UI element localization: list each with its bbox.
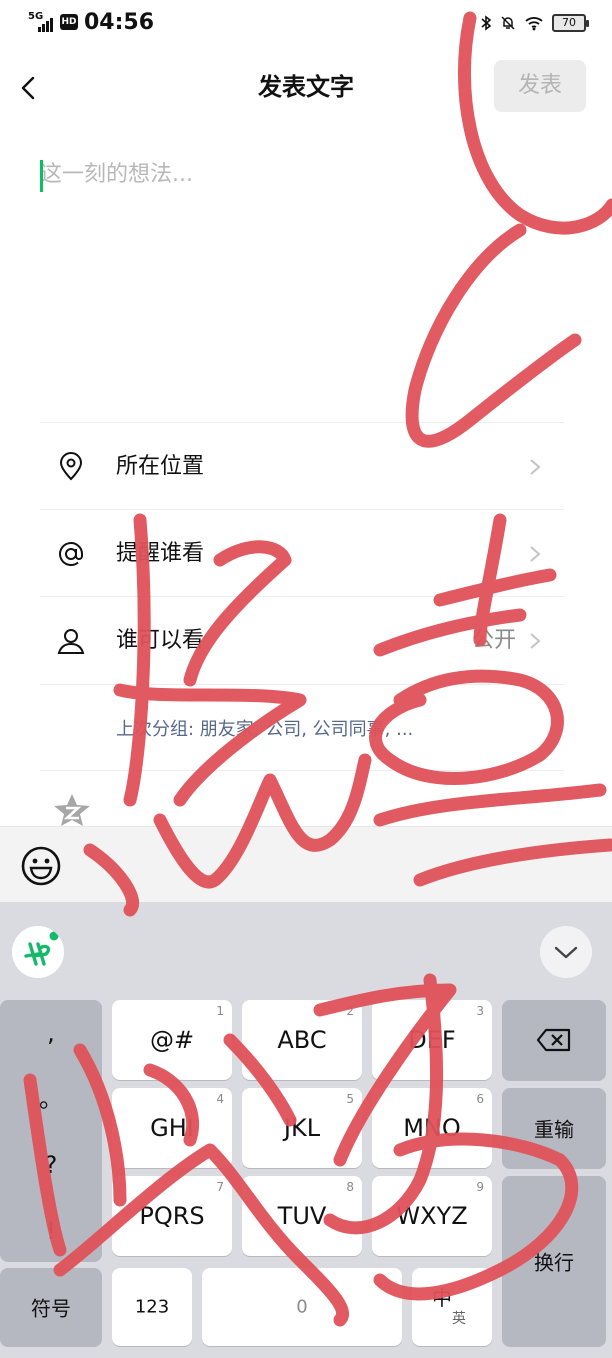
hd-badge: HD: [60, 14, 78, 30]
chevron-right-icon: [530, 459, 541, 475]
newline-key[interactable]: 换行: [502, 1176, 606, 1346]
symbols-key[interactable]: 符号: [0, 1268, 102, 1346]
numbers-key[interactable]: 123: [112, 1268, 192, 1346]
divider: [40, 770, 564, 771]
backspace-icon: [536, 1028, 571, 1052]
qzone-icon[interactable]: [50, 792, 94, 828]
key-7[interactable]: 7 PQRS: [112, 1176, 232, 1256]
divider: [40, 684, 564, 685]
at-sign-icon: [59, 542, 83, 566]
language-switch-key[interactable]: 中 英: [412, 1268, 492, 1346]
location-label: 所在位置: [116, 454, 205, 479]
key-9[interactable]: 9 WXYZ: [372, 1176, 492, 1256]
backspace-key[interactable]: [502, 1000, 606, 1080]
keyboard-toolbar: [0, 902, 612, 998]
key-2[interactable]: 2 ABC: [242, 1000, 362, 1080]
mute-bell-icon: [501, 16, 515, 30]
emoji-bar: [0, 826, 612, 902]
recent-groups-hint[interactable]: 上次分组: 朋友家, 公司, 公司同事, ...: [116, 716, 413, 744]
reenter-key[interactable]: 重输: [502, 1088, 606, 1168]
divider: [40, 422, 564, 423]
divider: [40, 509, 564, 510]
punct-key[interactable]: ?: [0, 1132, 102, 1198]
key-1[interactable]: 1 @#: [112, 1000, 232, 1080]
punctuation-column: , 。 ? !: [0, 1000, 102, 1262]
mention-label: 提醒谁看: [116, 541, 205, 566]
location-row[interactable]: 所在位置: [40, 424, 564, 510]
emoji-icon[interactable]: [20, 845, 62, 887]
wifi-icon: [525, 17, 543, 31]
text-caret: [40, 160, 43, 192]
person-icon: [57, 629, 85, 654]
chevron-right-icon: [530, 546, 541, 562]
key-8[interactable]: 8 TUV: [242, 1176, 362, 1256]
battery-indicator: 70: [552, 14, 589, 32]
key-6[interactable]: 6 MNO: [372, 1088, 492, 1168]
chevron-right-icon: [530, 633, 541, 649]
collapse-keyboard-icon[interactable]: [540, 926, 592, 978]
bluetooth-icon: [481, 15, 492, 31]
mention-row[interactable]: 提醒谁看: [40, 511, 564, 597]
signal-icon: [38, 18, 56, 32]
location-pin-icon: [59, 452, 83, 481]
keyboard: , 。 ? ! 1 @# 2 ABC 3 DEF 4 GHI 5 JKL 6 MNO 重输 …: [0, 902, 612, 1358]
nav-bar: 发表文字 发表: [0, 58, 612, 118]
key-3[interactable]: 3 DEF: [372, 1000, 492, 1080]
punct-key[interactable]: !: [0, 1198, 102, 1264]
visibility-row[interactable]: 谁可以看 公开: [40, 598, 564, 684]
ime-logo-icon[interactable]: [12, 926, 64, 978]
visibility-label: 谁可以看: [116, 628, 205, 653]
punct-key[interactable]: ,: [0, 1000, 102, 1066]
key-4[interactable]: 4 GHI: [112, 1088, 232, 1168]
punct-key[interactable]: 。: [0, 1066, 102, 1132]
status-bar: 5G HD 04:56 70: [0, 0, 612, 48]
space-key[interactable]: 0: [202, 1268, 402, 1346]
key-5[interactable]: 5 JKL: [242, 1088, 362, 1168]
publish-button[interactable]: 发表: [494, 60, 586, 112]
visibility-value: 公开: [471, 628, 516, 653]
moment-text-input[interactable]: [40, 156, 580, 406]
clock: 04:56: [84, 10, 155, 35]
divider: [40, 596, 564, 597]
